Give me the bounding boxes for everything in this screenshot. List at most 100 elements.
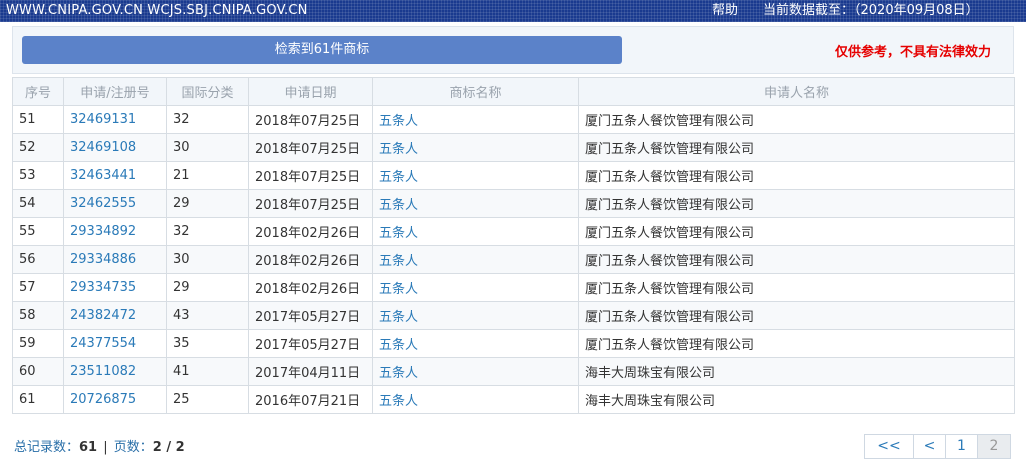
cell-no: 55 — [12, 217, 64, 246]
col-header-date: 申请日期 — [248, 77, 373, 106]
row-number: 61 — [19, 392, 36, 407]
applicant-name: 厦门五条人餐饮管理有限公司 — [585, 310, 755, 325]
registration-number-link[interactable]: 32462555 — [70, 196, 136, 211]
registration-number-link[interactable]: 32469108 — [70, 140, 136, 155]
application-date: 2018年02月26日 — [255, 226, 361, 241]
cell-mark: 五条人 — [372, 133, 579, 162]
col-header-reg-no: 申请/注册号 — [63, 77, 167, 106]
cell-applicant: 厦门五条人餐饮管理有限公司 — [578, 301, 1015, 330]
help-link[interactable]: 帮助 — [712, 0, 738, 22]
results-table: 序号 申请/注册号 国际分类 申请日期 商标名称 申请人名称 51 3246913… — [12, 77, 1015, 414]
page-1-button[interactable]: 1 — [946, 435, 978, 458]
cell-mark: 五条人 — [372, 329, 579, 358]
prev-page-button[interactable]: < — [914, 435, 946, 458]
pagination-summary: 总记录数：61 | 页数：2 / 2 — [14, 436, 185, 455]
applicant-name: 厦门五条人餐饮管理有限公司 — [585, 282, 755, 297]
row-number: 60 — [19, 364, 36, 379]
cell-no: 59 — [12, 329, 64, 358]
cell-date: 2016年07月21日 — [248, 385, 373, 414]
cell-cls: 32 — [166, 105, 249, 134]
registration-number-link[interactable]: 32469131 — [70, 112, 136, 127]
international-class: 32 — [173, 112, 190, 127]
cell-date: 2017年05月27日 — [248, 329, 373, 358]
row-number: 58 — [19, 308, 36, 323]
table-row: 58 24382472 43 2017年05月27日 五条人 厦门五条人餐饮管理有限公司 — [12, 301, 1015, 330]
trademark-name-link[interactable]: 五条人 — [379, 394, 418, 409]
first-page-button[interactable]: << — [865, 435, 914, 458]
trademark-name-link[interactable]: 五条人 — [379, 114, 418, 129]
registration-number-link[interactable]: 29334886 — [70, 252, 136, 267]
registration-number-link[interactable]: 23511082 — [70, 364, 136, 379]
international-class: 35 — [173, 336, 190, 351]
cell-reg: 32462555 — [63, 189, 167, 218]
cell-date: 2018年07月25日 — [248, 189, 373, 218]
registration-number-link[interactable]: 24377554 — [70, 336, 136, 351]
cell-no: 57 — [12, 273, 64, 302]
application-date: 2018年07月25日 — [255, 114, 361, 129]
cell-applicant: 海丰大周珠宝有限公司 — [578, 357, 1015, 386]
row-number: 53 — [19, 168, 36, 183]
registration-number-link[interactable]: 29334735 — [70, 280, 136, 295]
cell-reg: 29334735 — [63, 273, 167, 302]
cell-reg: 29334886 — [63, 245, 167, 274]
site-domains: WWW.CNIPA.GOV.CN WCJS.SBJ.CNIPA.GOV.CN — [6, 3, 308, 18]
applicant-name: 海丰大周珠宝有限公司 — [585, 366, 716, 381]
data-as-of: 当前数据截至：（2020年09月08日） — [763, 3, 979, 18]
table-row: 56 29334886 30 2018年02月26日 五条人 厦门五条人餐饮管理有限公司 — [12, 245, 1015, 274]
cell-cls: 41 — [166, 357, 249, 386]
trademark-name-link[interactable]: 五条人 — [379, 282, 418, 297]
registration-number-link[interactable]: 32463441 — [70, 168, 136, 183]
trademark-name-link[interactable]: 五条人 — [379, 254, 418, 269]
cell-reg: 23511082 — [63, 357, 167, 386]
row-number: 52 — [19, 140, 36, 155]
cell-applicant: 厦门五条人餐饮管理有限公司 — [578, 105, 1015, 134]
applicant-name: 厦门五条人餐饮管理有限公司 — [585, 338, 755, 353]
international-class: 29 — [173, 280, 190, 295]
trademark-name-link[interactable]: 五条人 — [379, 226, 418, 241]
cell-date: 2018年07月25日 — [248, 161, 373, 190]
application-date: 2017年05月27日 — [255, 310, 361, 325]
cell-reg: 32469131 — [63, 105, 167, 134]
applicant-name: 厦门五条人餐饮管理有限公司 — [585, 254, 755, 269]
cell-applicant: 厦门五条人餐饮管理有限公司 — [578, 245, 1015, 274]
pages-label: 页数： — [113, 440, 153, 455]
application-date: 2018年02月26日 — [255, 254, 361, 269]
table-row: 51 32469131 32 2018年07月25日 五条人 厦门五条人餐饮管理有限公司 — [12, 105, 1015, 134]
cell-cls: 32 — [166, 217, 249, 246]
applicant-name: 厦门五条人餐饮管理有限公司 — [585, 114, 755, 129]
application-date: 2018年07月25日 — [255, 142, 361, 157]
footer-separator: | — [103, 440, 108, 455]
cell-applicant: 厦门五条人餐饮管理有限公司 — [578, 133, 1015, 162]
cell-reg: 24377554 — [63, 329, 167, 358]
trademark-name-link[interactable]: 五条人 — [379, 198, 418, 213]
trademark-name-link[interactable]: 五条人 — [379, 170, 418, 185]
cell-no: 52 — [12, 133, 64, 162]
cell-no: 53 — [12, 161, 64, 190]
table-row: 60 23511082 41 2017年04月11日 五条人 海丰大周珠宝有限公司 — [12, 357, 1015, 386]
cell-date: 2017年04月11日 — [248, 357, 373, 386]
page-2-button[interactable]: 2 — [978, 435, 1010, 458]
row-number: 51 — [19, 112, 36, 127]
cell-mark: 五条人 — [372, 245, 579, 274]
cell-cls: 30 — [166, 133, 249, 162]
trademark-name-link[interactable]: 五条人 — [379, 142, 418, 157]
pager: << < 1 2 — [864, 434, 1011, 459]
cell-no: 54 — [12, 189, 64, 218]
cell-reg: 24382472 — [63, 301, 167, 330]
table-row: 52 32469108 30 2018年07月25日 五条人 厦门五条人餐饮管理有限公司 — [12, 133, 1015, 162]
application-date: 2016年07月21日 — [255, 394, 361, 409]
trademark-name-link[interactable]: 五条人 — [379, 366, 418, 381]
cell-applicant: 厦门五条人餐饮管理有限公司 — [578, 217, 1015, 246]
cell-date: 2018年07月25日 — [248, 105, 373, 134]
registration-number-link[interactable]: 24382472 — [70, 308, 136, 323]
pages-value: 2 / 2 — [152, 440, 185, 455]
cell-mark: 五条人 — [372, 357, 579, 386]
registration-number-link[interactable]: 20726875 — [70, 392, 136, 407]
cell-mark: 五条人 — [372, 161, 579, 190]
trademark-name-link[interactable]: 五条人 — [379, 338, 418, 353]
application-date: 2018年02月26日 — [255, 282, 361, 297]
international-class: 30 — [173, 252, 190, 267]
cell-applicant: 厦门五条人餐饮管理有限公司 — [578, 189, 1015, 218]
trademark-name-link[interactable]: 五条人 — [379, 310, 418, 325]
registration-number-link[interactable]: 29334892 — [70, 224, 136, 239]
